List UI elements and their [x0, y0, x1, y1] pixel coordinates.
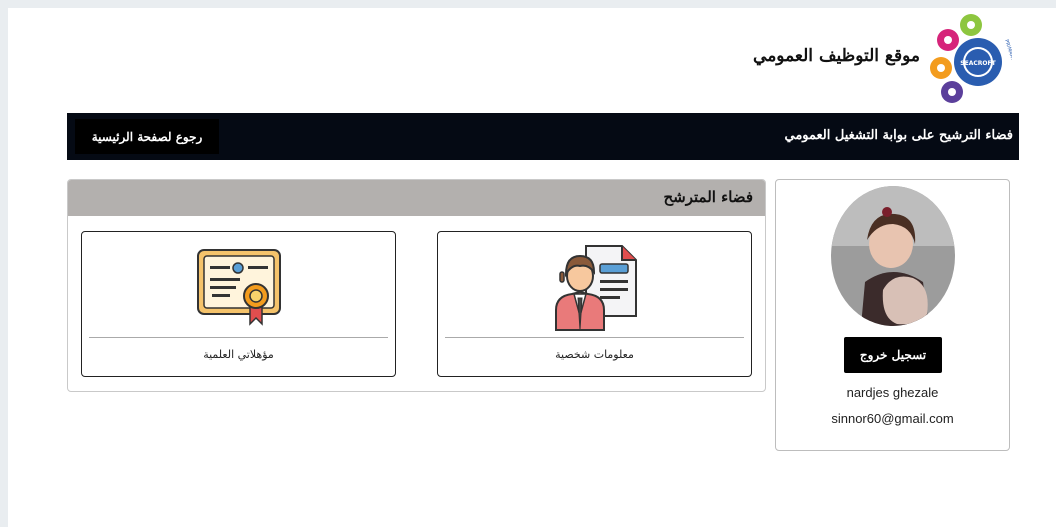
site-logo[interactable]: SEACROFT PRIMARY CARE NETWORK [928, 10, 1012, 110]
tile-personal-info-label: معلومات شخصية [555, 348, 634, 361]
panel-header: فضاء المترشح [68, 180, 765, 216]
candidate-space-panel: فضاء المترشح معلومات شخصية مؤهلاتي العلم… [67, 179, 766, 392]
site-header: موقع التوظيف العمومي SEACROFT PRIMARY [8, 8, 1056, 113]
certificate-icon [197, 249, 281, 326]
tile-qualifications-label: مؤهلاتي العلمية [203, 348, 274, 361]
tile-divider [89, 337, 388, 338]
logo-text: SEACROFT [960, 60, 996, 67]
navbar-title: فضاء الترشيح على بوابة التشغيل العمومي [784, 128, 1013, 143]
profile-card: تسجيل خروج nardjes ghezale sinnor60@gmai… [775, 179, 1010, 451]
tile-qualifications[interactable]: مؤهلاتي العلمية [81, 231, 396, 377]
user-email: sinnor60@gmail.com [831, 411, 954, 426]
logo-ring-text: PRIMARY CARE NETWORK [1003, 39, 1012, 103]
gear-green [960, 14, 982, 36]
tile-personal-info[interactable]: معلومات شخصية [437, 231, 752, 377]
gear-purple [941, 81, 963, 103]
avatar [831, 186, 955, 326]
panel-title: فضاء المترشح [663, 188, 754, 206]
site-title: موقع التوظيف العمومي [753, 46, 920, 66]
gear-magenta [937, 29, 959, 51]
user-name: nardjes ghezale [846, 385, 939, 400]
page: موقع التوظيف العمومي SEACROFT PRIMARY فض… [8, 8, 1056, 527]
gear-orange [930, 57, 952, 79]
tile-divider [445, 337, 744, 338]
home-button[interactable]: رجوع لصفحة الرئيسية [75, 119, 219, 154]
navbar: فضاء الترشيح على بوابة التشغيل العمومي ر… [67, 113, 1019, 160]
logout-button[interactable]: تسجيل خروج [844, 337, 942, 373]
personal-info-icon [555, 245, 637, 331]
